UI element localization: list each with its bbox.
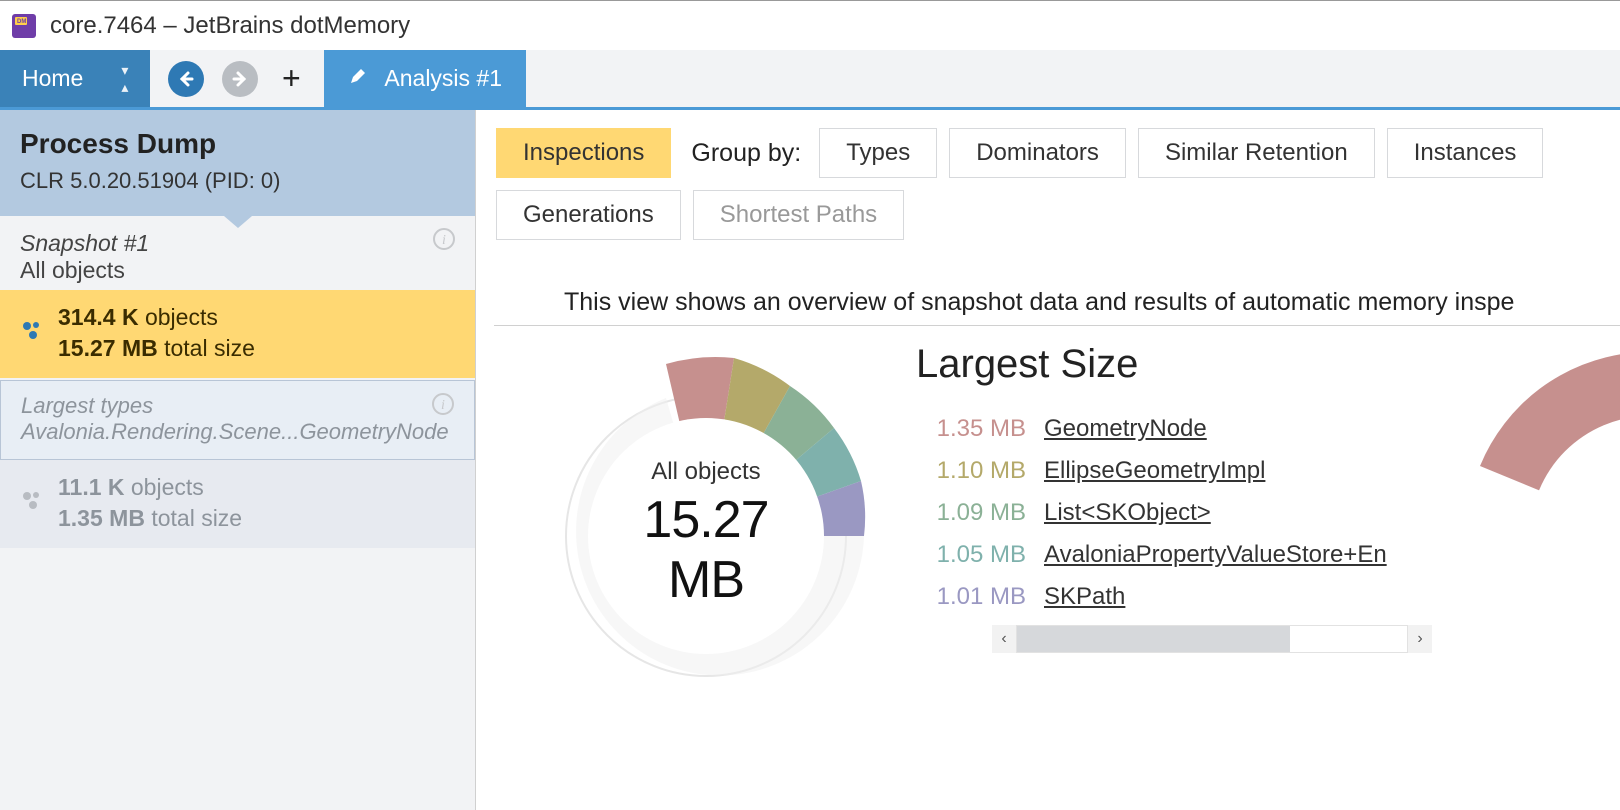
tab-dominators[interactable]: Dominators — [949, 128, 1126, 178]
charts-area: All objects 15.27 MB Largest Size 1.35 M… — [476, 326, 1620, 716]
item-size: 1.09 MB — [916, 499, 1026, 527]
donut-value: 15.27 MB — [606, 490, 806, 610]
window-title: core.7464 – JetBrains dotMemory — [50, 12, 410, 40]
list-item: 1.01 MB SKPath — [916, 583, 1450, 611]
svg-text:i: i — [442, 233, 446, 248]
item-name[interactable]: SKPath — [1044, 583, 1125, 611]
largest-types-stats[interactable]: 11.1 K objects 1.35 MB total size — [0, 460, 475, 548]
view-description: This view shows an overview of snapshot … — [494, 258, 1620, 326]
donut-chart: All objects 15.27 MB — [506, 336, 906, 716]
largest-types-card[interactable]: Largest types Avalonia.Rendering.Scene..… — [0, 380, 475, 460]
list-item: 1.09 MB List<SKObject> — [916, 499, 1450, 527]
largest-size-title: Largest Size — [916, 342, 1450, 387]
process-dump-title: Process Dump — [20, 128, 455, 160]
active-size-label: total size — [164, 335, 255, 361]
sidebar: Process Dump CLR 5.0.20.51904 (PID: 0) S… — [0, 110, 476, 810]
objects-icon — [20, 318, 44, 348]
svg-text:DM: DM — [17, 19, 26, 25]
scroll-track[interactable] — [1016, 625, 1408, 653]
objects-icon — [20, 488, 44, 518]
list-item: 1.35 MB GeometryNode — [916, 415, 1450, 443]
list-item: 1.10 MB EllipseGeometryImpl — [916, 457, 1450, 485]
largest-types-title: Largest types — [21, 393, 454, 419]
home-label: Home — [22, 65, 83, 92]
new-analysis-button[interactable]: + — [276, 60, 306, 97]
scroll-thumb[interactable] — [1017, 626, 1290, 652]
tab-shortest-paths[interactable]: Shortest Paths — [693, 190, 904, 240]
item-name[interactable]: EllipseGeometryImpl — [1044, 457, 1265, 485]
item-size: 1.35 MB — [916, 415, 1026, 443]
item-size: 1.01 MB — [916, 583, 1026, 611]
info-icon[interactable]: i — [433, 228, 455, 256]
tab-instances[interactable]: Instances — [1387, 128, 1544, 178]
active-card-lines: 314.4 K objects 15.27 MB total size — [58, 304, 255, 362]
secondary-size: 1.35 MB — [58, 505, 145, 531]
secondary-size-label: total size — [151, 505, 242, 531]
back-button[interactable] — [168, 61, 204, 97]
group-by-label: Group by: — [691, 139, 801, 168]
active-snapshot-card[interactable]: 314.4 K objects 15.27 MB total size — [0, 290, 475, 378]
forward-button[interactable] — [222, 61, 258, 97]
secondary-card-lines: 11.1 K objects 1.35 MB total size — [58, 474, 242, 532]
horizontal-scrollbar[interactable]: ‹ › — [992, 625, 1432, 653]
item-size: 1.05 MB — [916, 541, 1026, 569]
nav-group: + — [150, 50, 324, 107]
tab-types[interactable]: Types — [819, 128, 937, 178]
secondary-count: 11.1 K — [58, 474, 125, 500]
home-button[interactable]: Home ▾▴ — [0, 50, 150, 107]
scroll-right-button[interactable]: › — [1408, 625, 1432, 653]
donut-center: All objects 15.27 MB — [606, 458, 806, 610]
list-item: 1.05 MB AvaloniaPropertyValueStore+En — [916, 541, 1450, 569]
donut-label: All objects — [606, 458, 806, 486]
main: Process Dump CLR 5.0.20.51904 (PID: 0) S… — [0, 110, 1620, 810]
tab-generations[interactable]: Generations — [496, 190, 681, 240]
content: Inspections Group by: Types Dominators S… — [476, 110, 1620, 810]
svg-text:i: i — [441, 398, 445, 413]
secondary-count-label: objects — [131, 474, 204, 500]
titlebar: DM core.7464 – JetBrains dotMemory — [0, 0, 1620, 50]
item-name[interactable]: List<SKObject> — [1044, 499, 1211, 527]
active-count: 314.4 K — [58, 304, 139, 330]
tab-similar-retention[interactable]: Similar Retention — [1138, 128, 1375, 178]
analysis-label: Analysis #1 — [384, 65, 502, 92]
toolbar: Home ▾▴ + Analysis #1 — [0, 50, 1620, 110]
item-size: 1.10 MB — [916, 457, 1026, 485]
arrow-right-icon — [230, 69, 250, 89]
analysis-tab[interactable]: Analysis #1 — [324, 50, 526, 107]
item-name[interactable]: GeometryNode — [1044, 415, 1207, 443]
active-size: 15.27 MB — [58, 335, 158, 361]
pointer-icon — [224, 216, 252, 228]
scroll-left-button[interactable]: ‹ — [992, 625, 1016, 653]
app-icon: DM — [10, 12, 38, 40]
sidebar-header: Process Dump CLR 5.0.20.51904 (PID: 0) — [0, 110, 475, 216]
snapshot-name: Snapshot #1 — [20, 230, 455, 257]
largest-types-sub: Avalonia.Rendering.Scene...GeometryNode — [21, 419, 454, 445]
pencil-icon — [348, 65, 368, 92]
snapshot-scope: All objects — [20, 257, 455, 284]
item-name[interactable]: AvaloniaPropertyValueStore+En — [1044, 541, 1387, 569]
secondary-donut — [1460, 336, 1620, 716]
info-icon[interactable]: i — [432, 393, 454, 421]
largest-size-panel: Largest Size 1.35 MB GeometryNode 1.10 M… — [916, 336, 1450, 716]
active-count-label: objects — [145, 304, 218, 330]
tab-inspections[interactable]: Inspections — [496, 128, 671, 178]
tabs: Inspections Group by: Types Dominators S… — [476, 128, 1620, 240]
arrow-left-icon — [176, 69, 196, 89]
process-dump-sub: CLR 5.0.20.51904 (PID: 0) — [20, 168, 455, 194]
chevron-down-icon: ▾▴ — [121, 62, 128, 96]
